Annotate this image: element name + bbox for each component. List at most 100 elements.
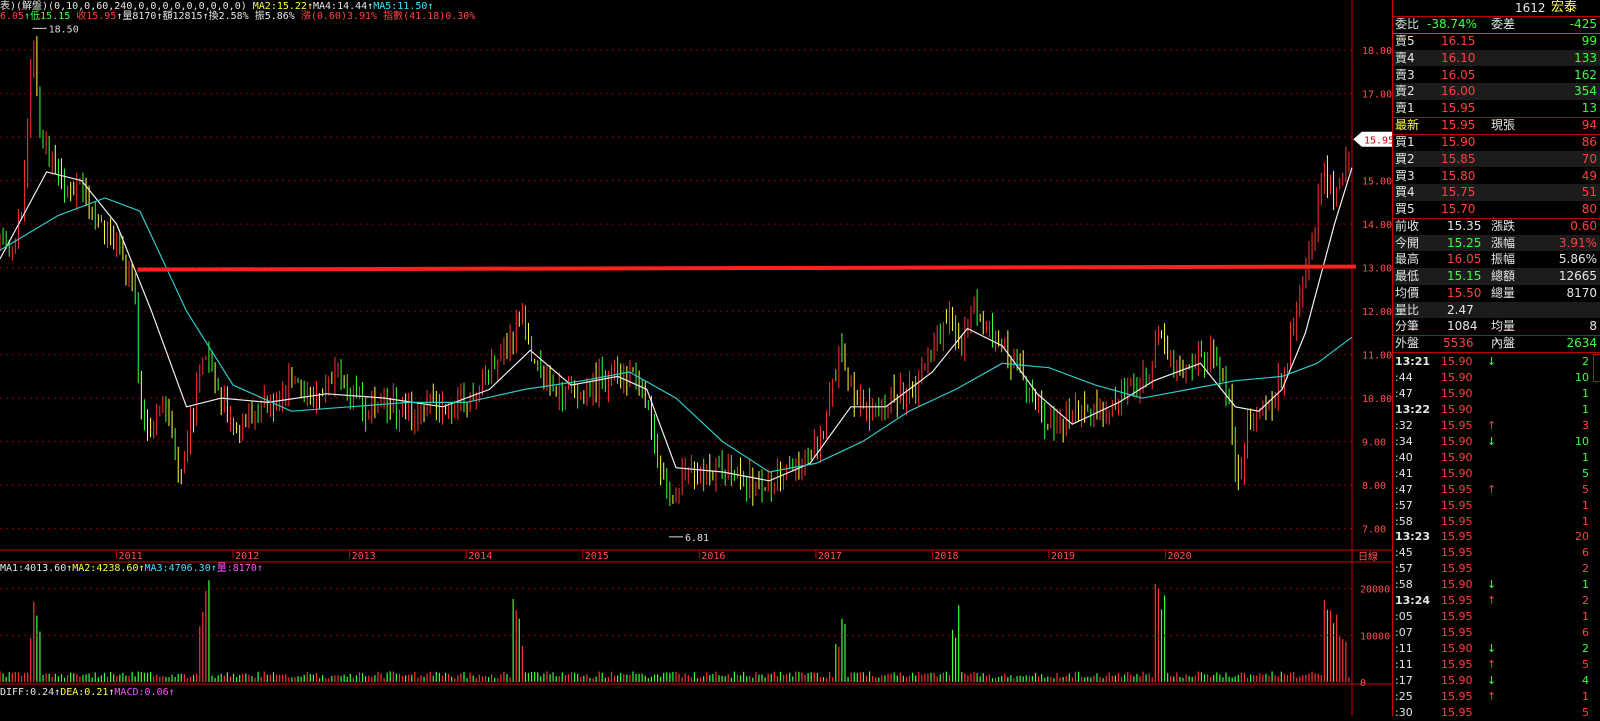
stat-label: 最低 — [1395, 269, 1420, 284]
tick-arrow: ↑ — [1487, 658, 1497, 672]
ask-label: 賣4 — [1395, 50, 1415, 65]
kline-item: 收15.95 — [70, 11, 117, 22]
tick-row: :58 15.90 ↓ 1 — [1393, 577, 1600, 593]
tick-time: :17 — [1395, 674, 1413, 687]
ratio-value: -38.74% — [1427, 17, 1478, 31]
tick-price: 15.90 — [1441, 402, 1473, 416]
tick-row: :47 15.95 ↑ 5 — [1393, 482, 1600, 498]
stat-label: 最高 — [1395, 252, 1420, 267]
kline-item: 6.05 — [0, 11, 25, 22]
tick-time: :34 — [1395, 434, 1413, 448]
outer-label: 外盤 — [1395, 336, 1420, 350]
bid-row: 買2 15.85 70 — [1393, 150, 1600, 168]
outer-value: 5536 — [1443, 336, 1474, 350]
tick-price: 15.90 — [1441, 370, 1473, 384]
bid-price: 15.75 — [1441, 185, 1476, 200]
ask-row: 賣4 16.10 133 — [1393, 49, 1600, 67]
tick-vol: 2 — [1582, 642, 1589, 656]
stock-name: 宏泰 — [1551, 0, 1578, 15]
time-axis-label: 2013 — [352, 551, 376, 562]
tick-price: 15.90 — [1441, 450, 1473, 464]
stat-value: 0.60 — [1570, 219, 1597, 233]
tick-price: 15.95 — [1441, 482, 1473, 496]
tick-arrow: ↓ — [1487, 674, 1497, 687]
kline-chart-svg[interactable]: 18.0017.0016.0015.0014.0013.0012.0011.00… — [0, 0, 1392, 716]
time-axis-label: 2012 — [235, 551, 259, 562]
tick-price: 15.90 — [1441, 386, 1473, 400]
tick-row: :30 15.95 5 — [1393, 705, 1600, 721]
tick-time: :58 — [1395, 578, 1413, 592]
stat-row: 量比 2.47 — [1393, 301, 1600, 318]
stat-row: 分筆 1084 均量 8 — [1393, 318, 1600, 335]
ask-price: 16.00 — [1441, 84, 1476, 99]
tick-time: :30 — [1395, 705, 1413, 719]
time-axis-label: 2018 — [934, 551, 958, 562]
stat-label: 漲跌 — [1491, 219, 1516, 233]
tick-vol: 5 — [1582, 705, 1589, 719]
stat-label: 今開 — [1395, 235, 1420, 250]
stat-value: 15.35 — [1447, 219, 1482, 233]
tick-row: :47 15.90 1 — [1393, 386, 1600, 402]
tick-vol: 2 — [1582, 562, 1589, 576]
stat-value: 8170 — [1566, 285, 1597, 300]
tick-row: :34 15.90 ↓ 10 — [1393, 434, 1600, 450]
tick-time: :44 — [1395, 370, 1413, 384]
macd-item: MACD:0.06↑ — [114, 687, 175, 698]
stat-label: 漲幅 — [1491, 235, 1516, 250]
tick-time: 13:23 — [1395, 530, 1431, 544]
bid-row: 買3 15.80 49 — [1393, 168, 1600, 185]
stat-label: 均量 — [1491, 319, 1516, 334]
stat-row: 前收 15.35 漲跌 0.60 — [1393, 218, 1600, 235]
tick-vol: 6 — [1582, 626, 1589, 640]
tick-price: 15.90 — [1441, 642, 1473, 656]
tick-row: :57 15.95 2 — [1393, 561, 1600, 577]
time-axis-label: 2015 — [585, 551, 609, 562]
tick-vol: 1 — [1582, 450, 1589, 464]
kline-item: ↑額12815 — [156, 11, 203, 22]
stat-label: 均價 — [1395, 285, 1420, 300]
stat-value: 16.05 — [1447, 252, 1482, 267]
price-axis-label: 13.00 — [1362, 264, 1392, 275]
stock-title: 1612 宏泰 — [1393, 0, 1600, 16]
macd-header: DIFF:0.24↑DEA:0.21↑MACD:0.06↑ — [0, 686, 175, 699]
tick-time: :47 — [1395, 482, 1413, 496]
tick-row: :41 15.90 5 — [1393, 466, 1600, 482]
ask-row: 賣1 15.95 13 — [1393, 100, 1600, 117]
tick-vol: 10 — [1575, 434, 1589, 448]
tick-vol: 3 — [1582, 418, 1589, 432]
scroll-handle[interactable] — [1593, 354, 1600, 382]
stat-label: 振幅 — [1491, 252, 1516, 267]
price-axis-label: 12.00 — [1362, 307, 1392, 318]
tick-row: :07 15.95 6 — [1393, 625, 1600, 641]
tick-vol: 1 — [1582, 498, 1589, 512]
kline-chart-area[interactable]: 18.0017.0016.0015.0014.0013.0012.0011.00… — [0, 0, 1392, 716]
outer-inner-row: 外盤 5536 內盤 2634 — [1393, 335, 1600, 352]
now-label: 現張 — [1491, 118, 1516, 132]
period-label[interactable]: 日線 — [1358, 550, 1378, 563]
ask-label: 賣3 — [1395, 67, 1415, 82]
ask-price: 16.05 — [1441, 67, 1476, 82]
tick-row: 13:21 15.90 ↓ 2 — [1393, 354, 1600, 370]
macd-item: DIFF:0.24↑ — [0, 687, 61, 698]
inner-label: 內盤 — [1491, 336, 1516, 350]
ask-row: 賣3 16.05 162 — [1393, 67, 1600, 84]
stat-value: 15.50 — [1447, 285, 1482, 300]
tick-vol: 1 — [1582, 514, 1589, 528]
ask-label: 賣1 — [1395, 101, 1415, 116]
now-vol: 94 — [1581, 118, 1597, 132]
tick-arrow: ↑ — [1487, 482, 1497, 496]
kline-item: ↑低15.15 — [24, 11, 71, 22]
quote-panel: 1612 宏泰 委比 -38.74% 委差 -425 賣5 16.15 99 賣4 16… — [1392, 0, 1600, 719]
stat-row: 最高 16.05 振幅 5.86% — [1393, 251, 1600, 268]
tick-vol: 6 — [1582, 546, 1589, 560]
ma2-line — [0, 167, 1353, 482]
tick-time: :11 — [1395, 658, 1413, 672]
tick-row: :44 15.90 10 — [1393, 370, 1600, 386]
ask-price: 16.15 — [1441, 34, 1476, 48]
kline-item: 指數(41.18)0.30% — [377, 11, 476, 22]
tick-vol: 1 — [1582, 578, 1589, 592]
tick-row: :57 15.95 1 — [1393, 498, 1600, 514]
bid-row: 買1 15.90 86 — [1393, 134, 1600, 151]
tick-price: 15.95 — [1441, 705, 1473, 719]
tick-price: 15.90 — [1441, 578, 1473, 592]
